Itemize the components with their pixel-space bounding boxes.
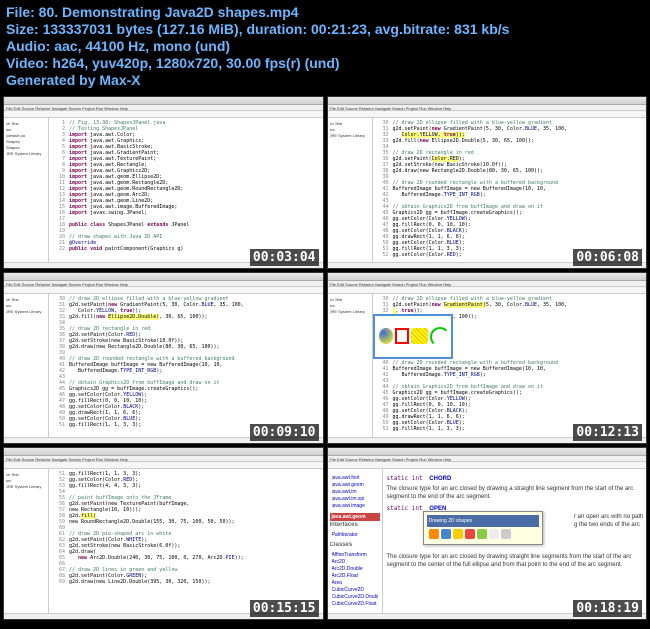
- thumbnail-5[interactable]: File Edit Source Refactor Navigate Searc…: [3, 447, 324, 620]
- file-line: File: 80. Demonstrating Java2D shapes.mp…: [6, 4, 644, 20]
- rounded-rect-icon: [411, 328, 428, 344]
- code-editor: 30// draw 2D ellipse filled with a blue-…: [49, 294, 323, 438]
- app-icon[interactable]: [501, 529, 511, 539]
- media-info: File: 80. Demonstrating Java2D shapes.mp…: [0, 0, 650, 93]
- ide-toolbar: [4, 111, 323, 118]
- package-header: java.awt.geom: [330, 513, 380, 521]
- arc-green-icon: [430, 327, 447, 345]
- timestamp: 00:09:10: [250, 424, 319, 441]
- timestamp: 00:12:13: [573, 424, 642, 441]
- generator-line: Generated by Max-X: [6, 72, 644, 88]
- app-icon[interactable]: [477, 529, 487, 539]
- timestamp: 00:18:19: [573, 600, 642, 617]
- app-icon[interactable]: [465, 529, 475, 539]
- code-editor: 51gg.fillRect(1, 1, 3, 3); 52gg.setColor…: [49, 469, 323, 613]
- code-editor: 30// draw 2D ellipse filled with a blue-…: [373, 294, 647, 438]
- ellipse-gradient-icon: [379, 328, 394, 344]
- javadoc-panel: static int CHORD The closure type for an…: [383, 469, 647, 613]
- audio-line: Audio: aac, 44100 Hz, mono (und): [6, 38, 644, 54]
- ide-titlebar: [4, 97, 323, 105]
- app-icon[interactable]: [441, 529, 451, 539]
- size-line: Size: 133337031 bytes (127.16 MiB), dura…: [6, 21, 644, 37]
- rectangle-red-icon: [395, 328, 408, 344]
- app-icon[interactable]: [489, 529, 499, 539]
- thumbnail-1[interactable]: File Edit Source Refactor Navigate Searc…: [3, 96, 324, 269]
- thumbnail-4[interactable]: File Edit Source Refactor Navigate Searc…: [327, 272, 648, 445]
- code-editor: 30// draw 2D ellipse filled with a blue-…: [373, 118, 647, 262]
- thumbnail-3[interactable]: File Edit Source Refactor Navigate Searc…: [3, 272, 324, 445]
- timestamp: 00:03:04: [250, 249, 319, 266]
- taskbar-tooltip[interactable]: Drawing 2D shapes: [423, 511, 543, 545]
- package-explorer: ch Testsrc(default paShapesShapesJRE Sys…: [4, 118, 49, 262]
- thumbnail-2[interactable]: File Edit Source Refactor Navigate Searc…: [327, 96, 648, 269]
- package-sidebar: java.awt.fontjava.awt.geomjava.awt.imjav…: [328, 469, 383, 613]
- app-icon[interactable]: [453, 529, 463, 539]
- thumbnail-grid: File Edit Source Refactor Navigate Searc…: [0, 93, 650, 623]
- app-icon[interactable]: [429, 529, 439, 539]
- timestamp: 00:06:08: [573, 249, 642, 266]
- timestamp: 00:15:15: [250, 600, 319, 617]
- code-editor: 1// Fig. 13.30: ShapesJPanel.java 2// Te…: [49, 118, 323, 262]
- thumbnail-6[interactable]: File Edit Source Refactor Navigate Searc…: [327, 447, 648, 620]
- shapes-output-window[interactable]: [373, 314, 453, 359]
- video-line: Video: h264, yuv420p, 1280x720, 30.00 fp…: [6, 55, 644, 71]
